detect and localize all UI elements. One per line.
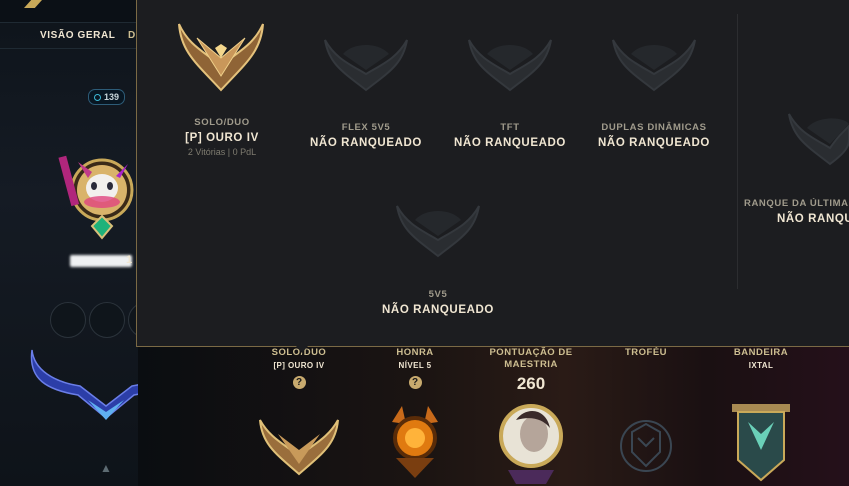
stat-solo-duo[interactable]: SOLO/DUO [P] OURO IV ? [240,347,358,390]
rank-tier: NÃO RANQUEADO [454,137,566,149]
gold-emblem-icon [259,419,339,476]
stat-sub: IXTAL [748,361,774,370]
rank-solo-duo[interactable]: SOLO/DUO [P] OURO IV 2 Vitórias | 0 PdL [147,117,297,157]
stat-mastery: PONTUAÇÃO DE MAESTRIA 260 [472,347,590,394]
stat-title: HONRA [396,347,434,358]
mastery-champion-icon[interactable] [496,400,566,486]
tab-next[interactable]: D [128,30,136,41]
empty-slot[interactable] [89,302,125,338]
unranked-emblem-icon [612,39,696,92]
rank-5v5[interactable]: 5V5 NÃO RANQUEADO [363,289,513,316]
rank-last-season[interactable]: RANQUE DA ÚLTIMA NÃO RANQU [744,198,849,225]
banner-icon [732,404,790,482]
summoner-name-suffix: 1 [126,254,133,266]
ranked-popup: SOLO/DUO [P] OURO IV 2 Vitórias | 0 PdL … [136,0,849,347]
stat-sub: NÍVEL 5 [398,361,432,370]
rank-tier: NÃO RANQUEADO [598,137,710,149]
profile-nav: VISÃO GERAL D [0,22,138,49]
rank-queue: FLEX 5V5 [341,122,391,133]
stat-sub: [P] OURO IV [273,361,325,370]
help-icon[interactable]: ? [408,376,422,389]
stat-trophy[interactable]: TROFÉU [587,347,705,359]
stat-title: BANDEIRA [733,347,789,358]
unranked-emblem-icon [396,205,480,258]
stat-title: PONTUAÇÃO DE MAESTRIA [489,347,573,370]
top-bar [0,0,138,23]
gold-emblem-icon [178,23,264,92]
logo-corner-icon [24,0,42,8]
honor-orb-icon [392,406,438,478]
rank-queue: RANQUE DA ÚLTIMA [744,198,849,209]
rank-queue: 5V5 [428,289,448,300]
unranked-emblem-icon [788,113,849,166]
help-icon[interactable]: ? [292,376,306,389]
chevron-up-icon[interactable]: ▲ [100,461,112,475]
stat-banner[interactable]: BANDEIRA IXTAL [702,347,820,370]
unranked-emblem-icon [468,39,552,92]
rank-queue: DUPLAS DINÂMICAS [601,122,707,133]
level-ring-icon [94,93,101,101]
summoner-name-redacted [70,255,132,267]
rank-double-up[interactable]: DUPLAS DINÂMICAS NÃO RANQUEADO [579,122,729,149]
rank-tft[interactable]: TFT NÃO RANQUEADO [435,122,585,149]
empty-slot[interactable] [50,302,86,338]
level-value: 139 [104,92,120,102]
rank-queue: SOLO/DUO [194,117,250,128]
divider [737,14,738,289]
rank-detail: 2 Vitórias | 0 PdL [187,147,257,157]
mastery-score: 260 [516,374,546,393]
stat-honor[interactable]: HONRA NÍVEL 5 ? [356,347,474,390]
popup-pointer [296,346,308,353]
rank-tier: NÃO RANQUEADO [310,137,422,149]
rank-flex[interactable]: FLEX 5V5 NÃO RANQUEADO [291,122,441,149]
unranked-emblem-icon [324,39,408,92]
tab-overview[interactable]: VISÃO GERAL [40,30,116,41]
avatar[interactable] [58,148,142,244]
level-badge: 139 [88,89,126,105]
trophy-icon [620,420,672,472]
rank-tier: NÃO RANQUEADO [382,304,494,316]
rank-queue: TFT [500,122,520,133]
stat-title: TROFÉU [624,347,668,358]
rank-tier: [P] OURO IV [185,132,259,144]
rank-tier: NÃO RANQU [777,213,849,225]
